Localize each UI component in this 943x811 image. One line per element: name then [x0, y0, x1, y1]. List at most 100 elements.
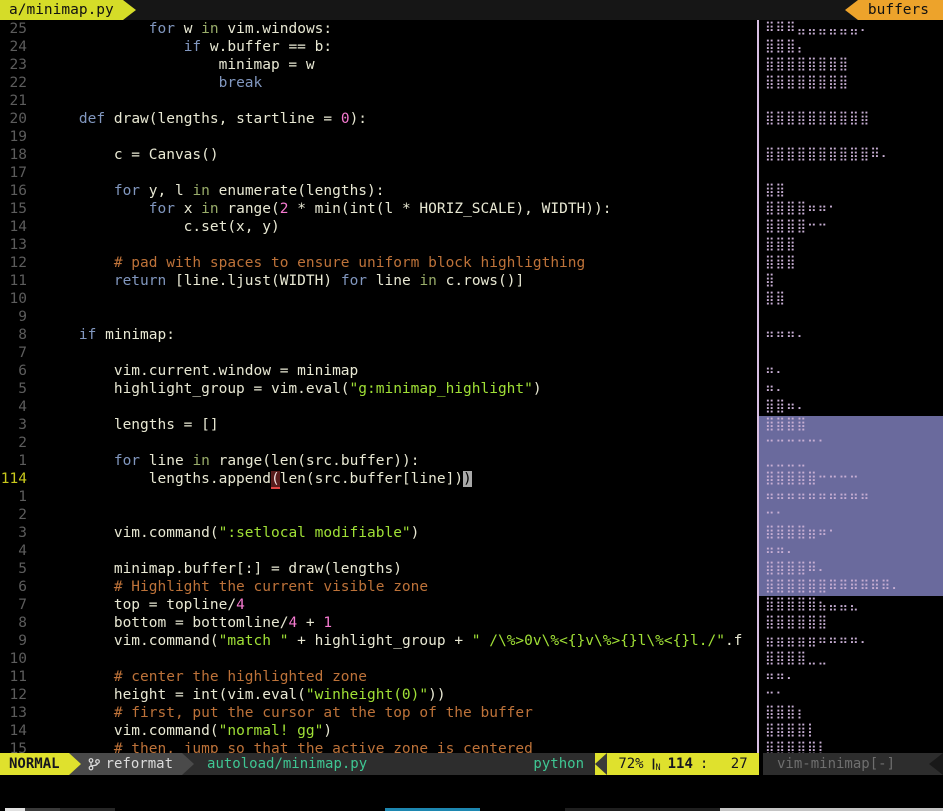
minimap-row[interactable]: ⣿⣿⣿	[759, 254, 943, 272]
minimap-row[interactable]: ⣿⣿⣿⣿⣿⣿⣿⣿	[759, 74, 943, 92]
line-number-icon: N	[651, 757, 661, 771]
code-line[interactable]: 6 # Highlight the current visible zone	[0, 578, 757, 596]
buffers-label[interactable]: buffers	[858, 0, 943, 20]
minimap-row[interactable]: ⠶⠶⠄	[759, 542, 943, 560]
minimap-row[interactable]: ⠿⠿⠿⣤⣤⣤⣤⣤⣤⠄	[759, 20, 943, 38]
code-text: if minimap:	[44, 326, 175, 344]
code-line[interactable]: 2	[0, 506, 757, 524]
minimap-row[interactable]: ⣿⣿⣿⡆	[759, 704, 943, 722]
code-line[interactable]: 17	[0, 164, 757, 182]
minimap-row[interactable]	[759, 92, 943, 110]
code-line[interactable]: 114 lengths.append(len(src.buffer[line])…	[0, 470, 757, 488]
minimap-row[interactable]: ⣿⣿⣿⣿⣿⡇	[759, 740, 943, 753]
code-line[interactable]: 16 for y, l in enumerate(lengths):	[0, 182, 757, 200]
command-line[interactable]	[0, 775, 943, 808]
code-line[interactable]: 4	[0, 398, 757, 416]
code-line[interactable]: 7 top = topline/4	[0, 596, 757, 614]
code-line[interactable]: 5 minimap.buffer[:] = draw(lengths)	[0, 560, 757, 578]
minimap-row[interactable]: ⣀⣀⣀⣀	[759, 452, 943, 470]
code-line[interactable]: 19	[0, 128, 757, 146]
minimap-row[interactable]: ⣿	[759, 272, 943, 290]
minimap-row[interactable]: ⠶⠶⠶⠶⠶⠶⠶⠶⠶⠶	[759, 488, 943, 506]
minimap-panel[interactable]: ⠿⠿⠿⣤⣤⣤⣤⣤⣤⠄⣿⣿⣿⡄⣿⣿⣿⣿⣿⣿⣿⣿⣿⣿⣿⣿⣿⣿⣿⣿⣿⣿⣿⣿⣿⣿⣿⣿⣿⣿…	[759, 20, 943, 753]
code-text: lengths = []	[44, 416, 219, 434]
minimap-row[interactable]: ⠒⠒⠒⠒⠒⠂	[759, 434, 943, 452]
minimap-row[interactable]: ⣿⣿⣿⣿⣿⣿⣿⣿⣿⣿⠿⠄	[759, 146, 943, 164]
line-number: 13	[0, 236, 27, 254]
code-line[interactable]: 15 for x in range(2 * min(int(l * HORIZ_…	[0, 200, 757, 218]
minimap-row[interactable]: ⣿⣿⣿⣿⣿⣿⣿⣿	[759, 56, 943, 74]
tab-minimap-py[interactable]: a/minimap.py	[0, 0, 123, 20]
code-editor[interactable]: 25 for w in vim.windows:24 if w.buffer =…	[0, 20, 757, 753]
code-text: # first, put the cursor at the top of th…	[44, 704, 533, 722]
minimap-row[interactable]	[759, 128, 943, 146]
code-line[interactable]: 4	[0, 542, 757, 560]
code-line[interactable]: 15 # then, jump so that the active zone …	[0, 740, 757, 753]
code-line[interactable]: 25 for w in vim.windows:	[0, 20, 757, 38]
minimap-row[interactable]: ⠶⠶⠄	[759, 668, 943, 686]
minimap-row[interactable]: ⣿⣿⣿⡄	[759, 38, 943, 56]
code-line[interactable]: 14 c.set(x, y)	[0, 218, 757, 236]
code-line[interactable]: 11 return [line.ljust(WIDTH) for line in…	[0, 272, 757, 290]
minimap-row[interactable]: ⠒⠂	[759, 686, 943, 704]
minimap-row[interactable]: ⣿⣿⠶⠄	[759, 398, 943, 416]
minimap-row[interactable]: ⣿⣿⣿⣿⡇	[759, 722, 943, 740]
code-line[interactable]: 24 if w.buffer == b:	[0, 38, 757, 56]
line-number: 114	[0, 470, 27, 488]
code-line[interactable]: 7	[0, 344, 757, 362]
code-line[interactable]: 21	[0, 92, 757, 110]
minimap-row[interactable]	[759, 164, 943, 182]
code-line[interactable]: 13	[0, 236, 757, 254]
code-line[interactable]: 3 vim.command(":setlocal modifiable")	[0, 524, 757, 542]
code-text: return [line.ljust(WIDTH) for line in c.…	[44, 272, 524, 290]
code-line[interactable]: 9 vim.command("match " + highlight_group…	[0, 632, 757, 650]
code-line[interactable]: 5 highlight_group = vim.eval("g:minimap_…	[0, 380, 757, 398]
code-line[interactable]: 10	[0, 290, 757, 308]
minimap-row[interactable]: ⣿⣿⣿	[759, 236, 943, 254]
code-line[interactable]: 11 # center the highlighted zone	[0, 668, 757, 686]
minimap-row[interactable]: ⣿⣿⣿⣿⣿⣦⣤⣤⣄	[759, 596, 943, 614]
code-line[interactable]: 8 bottom = bottomline/4 + 1	[0, 614, 757, 632]
minimap-row[interactable]: ⠶⠄	[759, 362, 943, 380]
minimap-row[interactable]: ⣿⣿⣿⣿⣿⣿⣿⣿⣿⣿	[759, 110, 943, 128]
minimap-row[interactable]: ⠶⠄	[759, 380, 943, 398]
code-line[interactable]: 10	[0, 650, 757, 668]
code-line[interactable]: 14 vim.command("normal! gg")	[0, 722, 757, 740]
code-line[interactable]: 1	[0, 488, 757, 506]
minimap-row[interactable]: ⣿⣿⣿⣿⣀⣀	[759, 650, 943, 668]
code-line[interactable]: 8 if minimap:	[0, 326, 757, 344]
minimap-row[interactable]: ⣿⣿	[759, 290, 943, 308]
cursor-col: 27	[731, 753, 748, 775]
minimap-row[interactable]	[759, 308, 943, 326]
code-text: bottom = bottomline/4 + 1	[44, 614, 332, 632]
minimap-row[interactable]: ⠶⠶⠶⠄	[759, 326, 943, 344]
minimap-row[interactable]: ⣿⣿⣿⣿⠿⠄	[759, 560, 943, 578]
minimap-row[interactable]: ⣶⣶⣶⣶⣶⠶⠶⠶⠶⠄	[759, 632, 943, 650]
code-line[interactable]: 22 break	[0, 74, 757, 92]
code-line[interactable]: 23 minimap = w	[0, 56, 757, 74]
code-text: vim.command(":setlocal modifiable")	[44, 524, 419, 542]
minimap-row[interactable]: ⣿⣿⣿⣿⣿⣿	[759, 614, 943, 632]
code-line[interactable]: 20 def draw(lengths, startline = 0):	[0, 110, 757, 128]
code-line[interactable]: 18 c = Canvas()	[0, 146, 757, 164]
code-line[interactable]: 9	[0, 308, 757, 326]
minimap-row[interactable]: ⣿⣿⣿⣿	[759, 416, 943, 434]
code-line[interactable]: 2	[0, 434, 757, 452]
minimap-row[interactable]: ⣿⣿⣿⣿⣶⠶⠂	[759, 524, 943, 542]
code-line[interactable]: 3 lengths = []	[0, 416, 757, 434]
code-line[interactable]: 13 # first, put the cursor at the top of…	[0, 704, 757, 722]
minimap-row[interactable]: ⣿⣿⣿⣿⠶⠶⠂	[759, 200, 943, 218]
code-text: vim.current.window = minimap	[44, 362, 358, 380]
minimap-row[interactable]: ⠒⠂	[759, 506, 943, 524]
code-line[interactable]: 6 vim.current.window = minimap	[0, 362, 757, 380]
minimap-row[interactable]: ⣿⣿⣿⣿⠒⠒	[759, 218, 943, 236]
code-line[interactable]: 12 # pad with spaces to ensure uniform b…	[0, 254, 757, 272]
code-text: for line in range(len(src.buffer)):	[44, 452, 419, 470]
minimap-row[interactable]: ⣿⣿⣿⣿⣿⠒⠒⠒⠒	[759, 470, 943, 488]
code-line[interactable]: 1 for line in range(len(src.buffer)):	[0, 452, 757, 470]
code-line[interactable]: 12 height = int(vim.eval("winheight(0)")…	[0, 686, 757, 704]
minimap-row[interactable]	[759, 344, 943, 362]
minimap-row[interactable]: ⣿⣿⣿⣿⣿⣿⠿⠿⠿⠿⠿⠿⠄	[759, 578, 943, 596]
line-number: 5	[0, 560, 27, 578]
minimap-row[interactable]: ⣿⣿	[759, 182, 943, 200]
